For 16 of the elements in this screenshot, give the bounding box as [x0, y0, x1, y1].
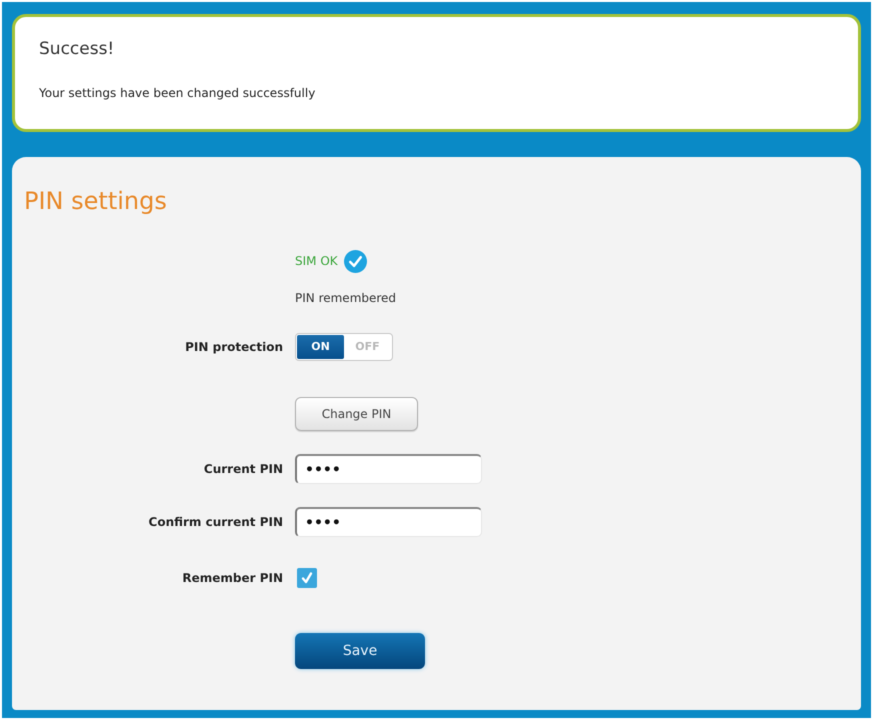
on-off-switch[interactable]: ON OFF: [295, 333, 393, 361]
checkbox[interactable]: [297, 568, 317, 588]
check-circle-icon: [344, 250, 367, 272]
field-label: Confirm current PIN: [148, 514, 283, 531]
field-label: PIN protection: [185, 339, 283, 356]
save-button[interactable]: Save: [295, 633, 425, 669]
sim-status: SIM OK: [295, 253, 338, 270]
password-field[interactable]: ••••: [295, 454, 482, 484]
alert-message: Your settings have been changed successfully: [39, 85, 316, 101]
password-field[interactable]: ••••: [295, 507, 482, 537]
change-pin-button[interactable]: Change PIN: [295, 397, 418, 431]
alert-title: Success!: [39, 38, 114, 61]
status-note: PIN remembered: [295, 290, 396, 307]
field-label: Current PIN: [204, 461, 283, 478]
field-label: Remember PIN: [182, 570, 283, 587]
panel-heading: PIN settings: [24, 186, 167, 216]
